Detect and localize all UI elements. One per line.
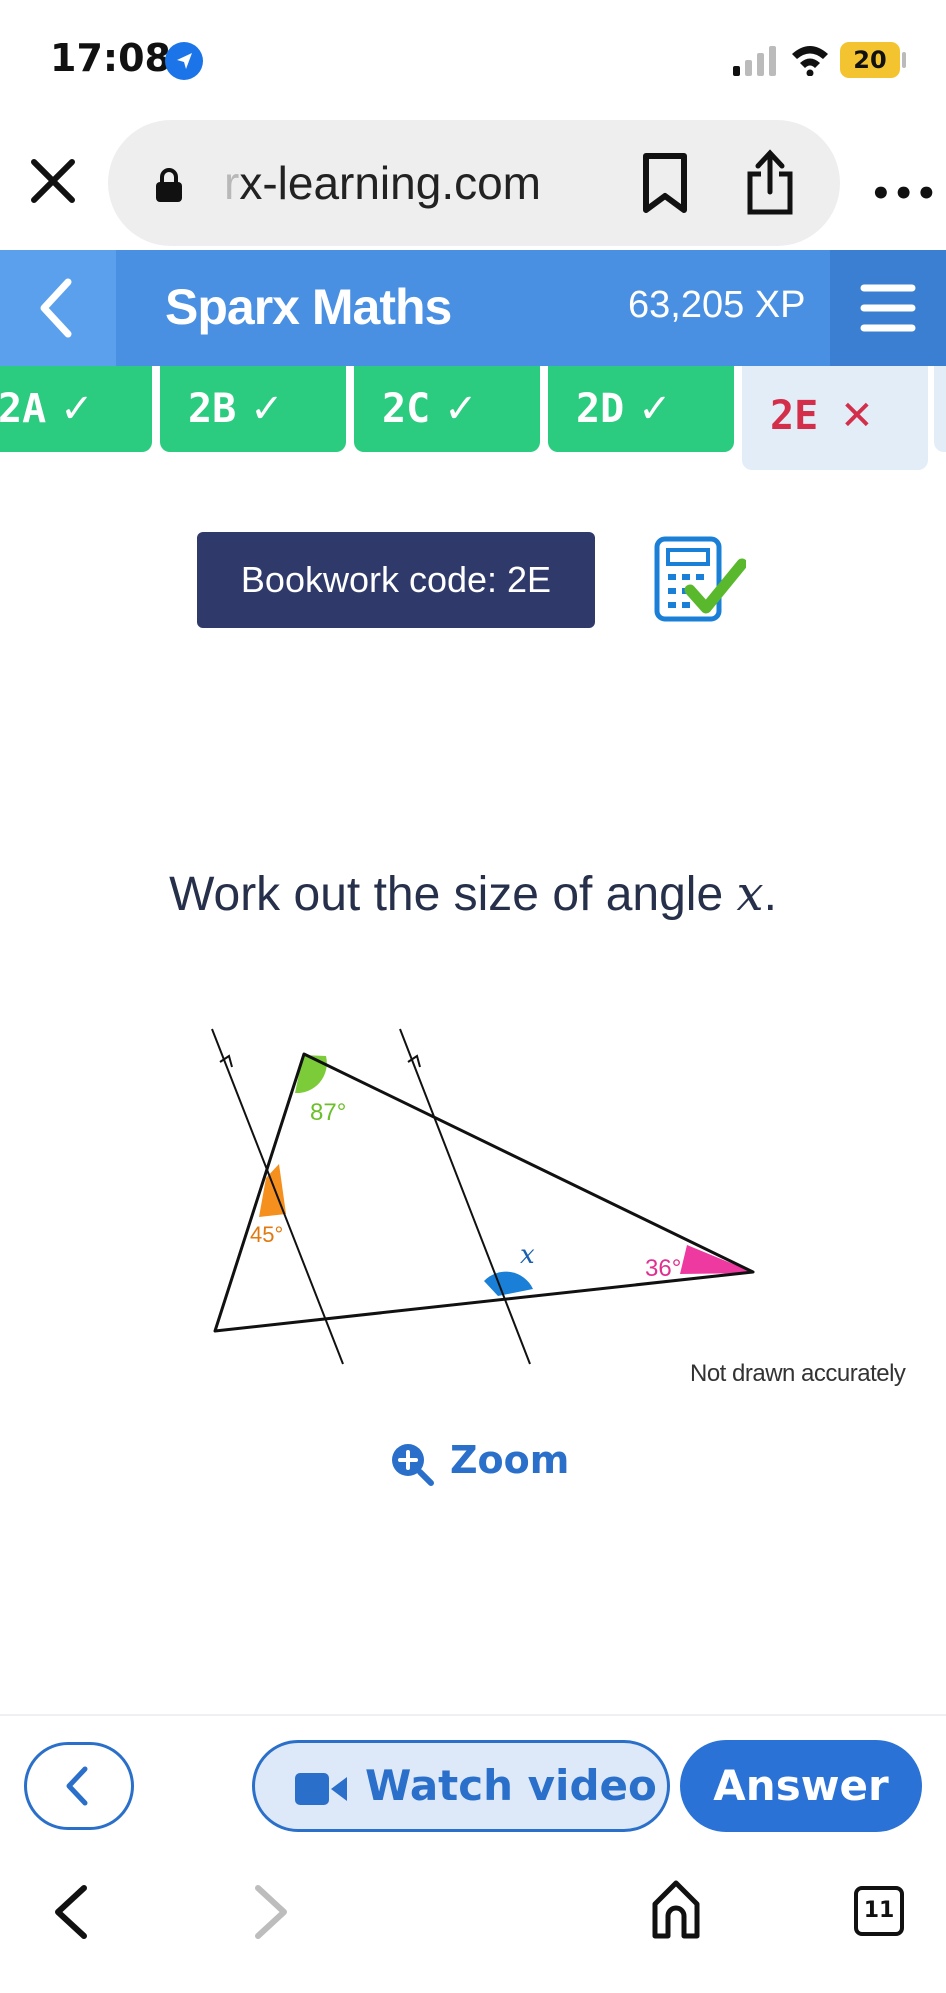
- tab-2b[interactable]: 2B ✓: [160, 366, 346, 452]
- task-tabs: 2A ✓ 2B ✓ 2C ✓ 2D ✓ 2E ✕: [0, 366, 946, 476]
- bookmark-icon[interactable]: [640, 152, 690, 214]
- wifi-icon: [792, 46, 828, 76]
- angle-x-fill: [484, 1271, 533, 1296]
- share-icon[interactable]: [744, 148, 796, 216]
- video-camera-icon: [295, 1773, 347, 1805]
- close-icon[interactable]: [30, 158, 76, 204]
- status-bar: 17:08 20: [0, 0, 946, 120]
- hamburger-icon: [860, 284, 916, 332]
- browser-bar: rx-learning.com •••: [0, 120, 946, 250]
- menu-button[interactable]: [830, 250, 946, 366]
- app-header: Sparx Maths 63,205 XP: [0, 250, 946, 366]
- check-icon: ✓: [444, 386, 478, 432]
- zoom-label: Zoom: [450, 1438, 570, 1482]
- angle-label-36: 36°: [645, 1255, 681, 1282]
- angle-36-fill: [680, 1245, 755, 1274]
- angle-label-45: 45°: [250, 1222, 283, 1247]
- geometry-diagram: 87° 45° x 36°: [211, 1028, 755, 1365]
- angle-label-87: 87°: [310, 1099, 346, 1126]
- url-text: rx-learning.com: [224, 157, 542, 209]
- browser-back-icon[interactable]: [48, 1882, 92, 1942]
- lock-icon: [156, 168, 182, 202]
- brand-title: Sparx Maths: [165, 279, 452, 335]
- address-bar[interactable]: rx-learning.com: [108, 120, 840, 246]
- answer-button[interactable]: Answer: [680, 1740, 922, 1832]
- tab-next-partial[interactable]: [934, 366, 946, 452]
- more-icon[interactable]: •••: [870, 174, 938, 214]
- back-button[interactable]: [0, 250, 116, 366]
- battery-tip: [902, 52, 906, 68]
- cross-icon: ✕: [840, 393, 874, 439]
- location-icon: [165, 42, 203, 80]
- zoom-in-icon: [392, 1444, 434, 1486]
- chevron-left-icon: [66, 1766, 88, 1806]
- tab-2c[interactable]: 2C ✓: [354, 366, 540, 452]
- home-icon[interactable]: [650, 1878, 702, 1940]
- check-icon: ✓: [250, 386, 284, 432]
- angle-87-fill: [295, 1055, 327, 1094]
- tabs-count-icon[interactable]: 11: [854, 1886, 904, 1936]
- watch-video-label: Watch video: [365, 1761, 657, 1810]
- previous-button[interactable]: [24, 1742, 134, 1830]
- not-drawn-accurately-note: Not drawn accurately: [690, 1360, 906, 1387]
- tab-2e[interactable]: 2E ✕: [742, 366, 928, 470]
- tab-2d[interactable]: 2D ✓: [548, 366, 734, 452]
- xp-counter: 63,205 XP: [628, 284, 806, 326]
- check-icon: ✓: [638, 386, 672, 432]
- angle-label-x: x: [520, 1240, 535, 1270]
- divider: [0, 1714, 946, 1716]
- tab-2a[interactable]: 2A ✓: [0, 366, 152, 452]
- status-time: 17:08: [50, 36, 171, 80]
- chevron-left-icon: [40, 278, 72, 338]
- bookwork-code: Bookwork code: 2E: [197, 532, 595, 628]
- battery-icon: 20: [840, 42, 900, 78]
- browser-forward-icon[interactable]: [250, 1882, 294, 1942]
- question-text: Work out the size of angle x.: [169, 866, 777, 922]
- signal-icon: [733, 46, 776, 76]
- check-icon: ✓: [60, 386, 94, 432]
- watch-video-button[interactable]: Watch video: [252, 1740, 670, 1832]
- calculator-allowed-icon: [654, 536, 746, 622]
